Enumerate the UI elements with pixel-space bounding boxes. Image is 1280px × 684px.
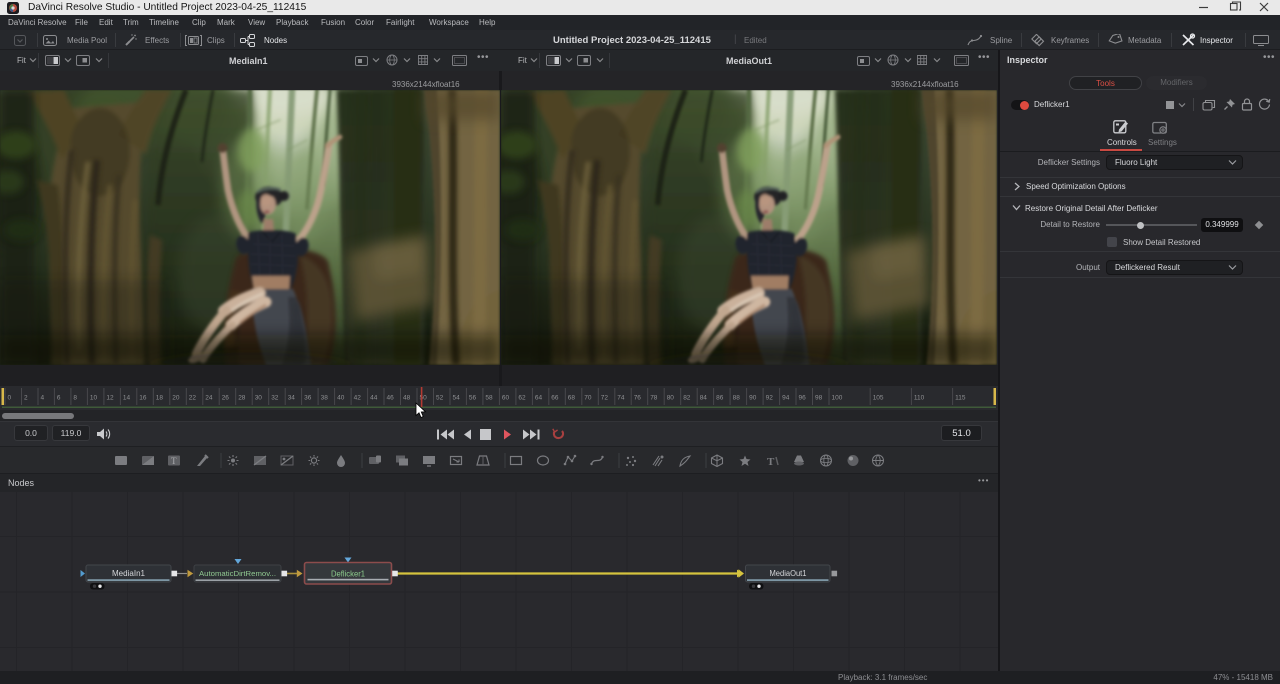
- svg-text:98: 98: [815, 395, 823, 402]
- svg-text:36: 36: [304, 395, 312, 402]
- svg-text:10: 10: [90, 395, 98, 402]
- svg-text:4: 4: [41, 395, 45, 402]
- svg-text:100: 100: [832, 395, 843, 402]
- svg-text:MediaOut1: MediaOut1: [770, 569, 808, 578]
- svg-text:62: 62: [518, 395, 526, 402]
- svg-text:12: 12: [106, 395, 114, 402]
- svg-text:50: 50: [420, 395, 428, 402]
- svg-text:52: 52: [436, 395, 444, 402]
- svg-text:6: 6: [57, 395, 61, 402]
- svg-text:86: 86: [716, 395, 724, 402]
- svg-text:38: 38: [321, 395, 329, 402]
- svg-text:76: 76: [634, 395, 642, 402]
- svg-text:MediaIn1: MediaIn1: [112, 569, 146, 578]
- svg-text:T: T: [767, 456, 775, 468]
- svg-text:26: 26: [222, 395, 230, 402]
- svg-text:48: 48: [403, 395, 411, 402]
- svg-text:42: 42: [354, 395, 362, 402]
- svg-text:60: 60: [502, 395, 510, 402]
- svg-text:Deflicker1: Deflicker1: [331, 570, 366, 579]
- svg-text:115: 115: [955, 395, 966, 402]
- svg-text:28: 28: [238, 395, 246, 402]
- svg-text:58: 58: [485, 395, 493, 402]
- svg-text:110: 110: [914, 395, 925, 402]
- svg-text:20: 20: [172, 395, 180, 402]
- svg-text:88: 88: [733, 395, 741, 402]
- svg-text:34: 34: [288, 395, 296, 402]
- svg-text:0: 0: [8, 395, 12, 402]
- svg-text:70: 70: [584, 395, 592, 402]
- svg-text:40: 40: [337, 395, 345, 402]
- svg-text:44: 44: [370, 395, 378, 402]
- svg-text:8: 8: [73, 395, 77, 402]
- svg-text:78: 78: [650, 395, 658, 402]
- svg-text:74: 74: [617, 395, 625, 402]
- svg-text:84: 84: [700, 395, 708, 402]
- svg-text:16: 16: [139, 395, 147, 402]
- svg-text:72: 72: [601, 395, 609, 402]
- svg-text:22: 22: [189, 395, 197, 402]
- svg-text:56: 56: [469, 395, 477, 402]
- svg-text:T: T: [171, 456, 177, 466]
- svg-text:105: 105: [873, 395, 884, 402]
- svg-text:94: 94: [782, 395, 790, 402]
- svg-text:AutomaticDirtRemov...: AutomaticDirtRemov...: [199, 569, 276, 578]
- svg-text:90: 90: [749, 395, 757, 402]
- svg-text:32: 32: [271, 395, 279, 402]
- svg-text:30: 30: [255, 395, 263, 402]
- svg-text:46: 46: [387, 395, 395, 402]
- svg-text:92: 92: [766, 395, 774, 402]
- svg-text:14: 14: [123, 395, 131, 402]
- svg-text:64: 64: [535, 395, 543, 402]
- svg-text:18: 18: [156, 395, 164, 402]
- svg-text:96: 96: [799, 395, 807, 402]
- svg-text:54: 54: [453, 395, 461, 402]
- svg-text:82: 82: [683, 395, 691, 402]
- svg-text:2: 2: [24, 395, 28, 402]
- svg-text:68: 68: [568, 395, 576, 402]
- svg-text:24: 24: [205, 395, 213, 402]
- svg-text:66: 66: [551, 395, 559, 402]
- svg-text:80: 80: [667, 395, 675, 402]
